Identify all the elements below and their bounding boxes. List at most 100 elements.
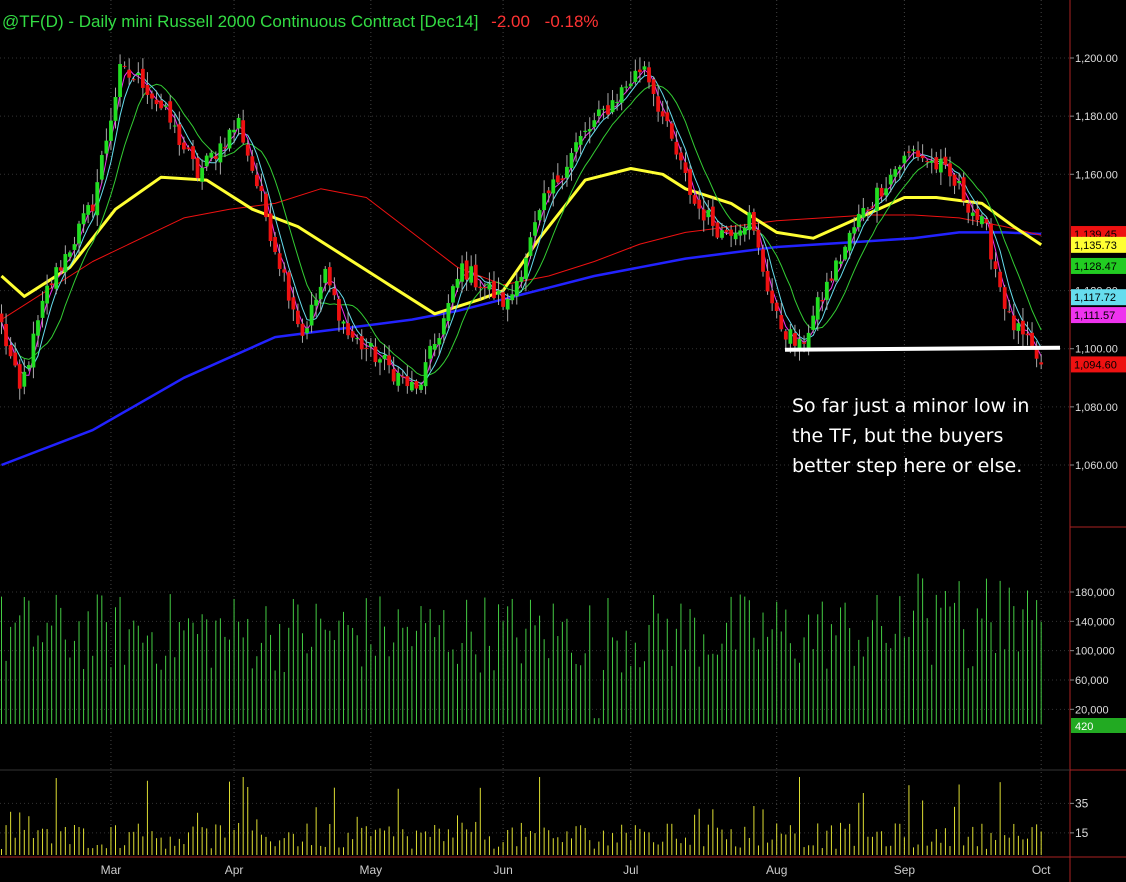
candle-body xyxy=(95,182,100,216)
candle-body xyxy=(54,267,59,289)
candle-body xyxy=(683,162,688,174)
candle-body xyxy=(0,313,4,323)
candle-body xyxy=(482,287,487,289)
candle-body xyxy=(104,140,109,154)
candle-body xyxy=(1002,287,1007,309)
candle-body xyxy=(227,129,232,149)
candle-body xyxy=(998,271,1003,288)
candle-body xyxy=(1039,362,1044,365)
candle-body xyxy=(656,96,661,112)
candle-body xyxy=(884,188,889,196)
candle-body xyxy=(815,297,820,320)
candle-body xyxy=(200,167,205,182)
candle-body xyxy=(45,285,49,304)
month-label: Apr xyxy=(225,863,244,877)
candle-body xyxy=(391,369,396,382)
candle-body xyxy=(478,286,483,289)
candle-body xyxy=(314,299,319,306)
candle-body xyxy=(359,336,364,350)
candle-body xyxy=(943,156,948,165)
candle-body xyxy=(99,155,104,180)
candle-body xyxy=(692,195,697,204)
candle-body xyxy=(514,281,519,297)
candle-body xyxy=(113,97,118,121)
month-label: Jul xyxy=(623,863,638,877)
candle-body xyxy=(241,120,246,143)
candle-body xyxy=(879,187,884,197)
candle-body xyxy=(738,230,743,236)
candle-body xyxy=(733,232,738,240)
candle-body xyxy=(63,254,68,273)
candle-body xyxy=(793,333,797,346)
candle-body xyxy=(332,288,337,296)
candle-body xyxy=(747,212,752,231)
candle-body xyxy=(551,179,556,194)
candle-body xyxy=(387,355,391,366)
volume-tick-label: 180,000 xyxy=(1075,587,1115,599)
candle-body xyxy=(624,86,629,88)
candle-body xyxy=(446,303,451,321)
candle-body xyxy=(118,64,122,97)
candle-body xyxy=(223,147,227,149)
candle-body xyxy=(961,177,966,201)
candle-body xyxy=(957,180,961,184)
candle-body xyxy=(829,278,834,281)
candle-body xyxy=(182,142,186,150)
price-label: 1,135.73 xyxy=(1074,240,1117,252)
candle-body xyxy=(907,151,911,153)
candle-body xyxy=(168,101,173,123)
ma-50-line xyxy=(1,188,1042,321)
candle-body xyxy=(396,372,401,386)
candle-body xyxy=(423,362,428,387)
candle-body xyxy=(715,222,720,238)
candle-body xyxy=(615,102,619,104)
candle-body xyxy=(660,111,665,117)
candle-body xyxy=(966,203,971,213)
candle-body xyxy=(159,100,163,109)
month-label: Oct xyxy=(1032,863,1051,877)
candle-body xyxy=(861,207,866,218)
candle-body xyxy=(286,272,291,301)
ma-10-line xyxy=(1,83,1042,377)
candle-body xyxy=(68,252,72,257)
candle-body xyxy=(774,302,779,311)
month-label: Sep xyxy=(894,863,916,877)
candle-body xyxy=(455,278,460,288)
candle-body xyxy=(464,260,469,280)
candle-body xyxy=(811,315,816,330)
price-label: 1,094.60 xyxy=(1074,359,1117,371)
candle-body xyxy=(273,237,277,253)
candle-body xyxy=(505,298,510,310)
candle-body xyxy=(674,141,679,155)
candle-body xyxy=(975,208,980,220)
price-label: 1,128.47 xyxy=(1074,261,1117,273)
candle-body xyxy=(277,253,282,269)
candle-body xyxy=(920,155,925,159)
candle-body xyxy=(742,227,747,235)
candle-body xyxy=(250,156,255,171)
price-tick-label: 1,100.00 xyxy=(1075,344,1118,356)
candle-body xyxy=(638,69,642,73)
candle-body xyxy=(875,187,879,211)
volume-last-label: 420 xyxy=(1075,721,1093,733)
candle-body xyxy=(510,294,515,301)
candle-body xyxy=(337,299,341,321)
candle-body xyxy=(606,105,610,115)
candle-body xyxy=(619,87,624,103)
candle-body xyxy=(542,193,547,211)
candle-body xyxy=(236,117,241,129)
candle-body xyxy=(628,83,633,87)
candle-body xyxy=(856,213,861,228)
candle-body xyxy=(300,323,305,336)
volume-tick-label: 20,000 xyxy=(1075,704,1109,716)
candle-body xyxy=(752,212,756,231)
candle-body xyxy=(779,315,784,330)
month-label: Aug xyxy=(766,863,787,877)
candle-body xyxy=(259,185,264,192)
price-label: 1,111.57 xyxy=(1074,310,1115,322)
month-label: Mar xyxy=(101,863,122,877)
volume-bars xyxy=(1,573,1042,724)
candle-body xyxy=(131,79,136,81)
annotation-line: the TF, but the buyers xyxy=(792,425,1004,447)
candle-body xyxy=(669,123,674,139)
